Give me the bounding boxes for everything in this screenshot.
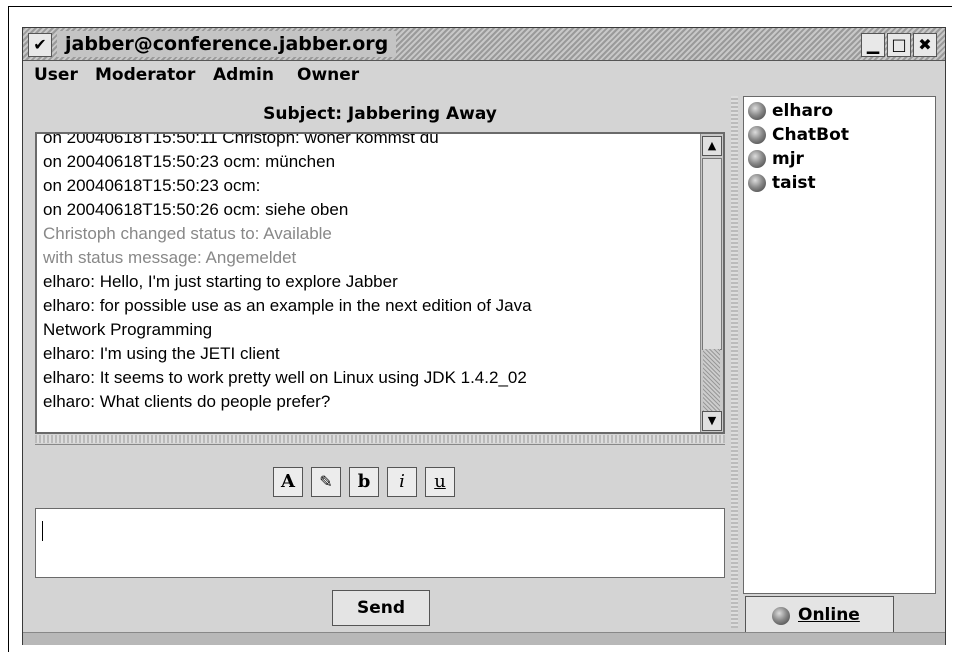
chat-line: on 20040618T15:50:11 Christoph: woher ko… [43,132,439,147]
window-title: jabber@conference.jabber.org [57,31,397,57]
participant-name: mjr [772,149,804,169]
close-icon[interactable]: ✖ [913,33,937,57]
chat-window: ✔ jabber@conference.jabber.org ▁ □ ✖ Use… [22,27,946,645]
horizontal-splitter[interactable] [35,435,725,443]
font-button[interactable]: A [273,467,303,497]
scroll-up-icon[interactable]: ▲ [702,136,722,156]
color-button[interactable]: ✎ [311,467,341,497]
chat-line: elharo: What clients do people prefer? [43,392,331,411]
participant-list: elharo ChatBot mjr taist [743,96,936,594]
chat-line: elharo: Hello, I'm just starting to expl… [43,272,398,291]
scroll-down-icon[interactable]: ▼ [702,411,722,431]
chat-line: elharo: It seems to work pretty well on … [43,368,527,387]
send-button[interactable]: Send [332,590,430,626]
maximize-icon[interactable]: □ [887,33,911,57]
window-menu-icon[interactable]: ✔ [28,33,52,57]
status-line: Christoph changed status to: Available [43,224,332,243]
chat-line: on 20040618T15:50:23 ocm: [43,176,261,195]
text-caret [42,521,43,541]
participant-name: taist [772,173,816,193]
chat-line: on 20040618T15:50:23 ocm: münchen [43,152,336,171]
chat-line: elharo: for possible use as an example i… [43,296,532,315]
subject-label: Subject: Jabbering Away [263,104,497,124]
minimize-icon[interactable]: ▁ [861,33,885,57]
participant-name: elharo [772,101,833,121]
presence-icon [748,126,766,144]
window-bottom-edge [23,632,945,645]
chat-lines: on 20040618T15:50:11 Christoph: woher ko… [43,132,693,414]
underline-button[interactable]: u [425,467,455,497]
presence-icon [748,174,766,192]
menu-user[interactable]: User [34,63,78,87]
chat-line: Network Programming [43,320,213,339]
message-input[interactable] [35,508,725,578]
scroll-grip[interactable] [703,349,720,411]
italic-button[interactable]: i [387,467,417,497]
bold-button[interactable]: b [349,467,379,497]
participant-name: ChatBot [772,125,849,145]
menu-admin[interactable]: Admin [213,63,274,87]
status-line: with status message: Angemeldet [43,248,297,267]
menu-owner[interactable]: Owner [297,63,359,87]
presence-icon [748,102,766,120]
scroll-thumb[interactable] [702,158,722,350]
menu-moderator[interactable]: Moderator [95,63,195,87]
format-toolbar: A ✎ b i u [35,444,725,509]
menubar: User Moderator Admin Owner [23,61,945,89]
chat-scrollbar[interactable]: ▲ ▼ [700,134,723,432]
chat-line: on 20040618T15:50:26 ocm: siehe oben [43,200,349,219]
status-label: Online [798,605,860,625]
chat-line: elharo: I'm using the JETI client [43,344,280,363]
presence-icon [748,150,766,168]
titlebar[interactable]: ✔ jabber@conference.jabber.org ▁ □ ✖ [23,28,945,61]
status-button[interactable]: Online [745,596,894,634]
presence-icon [772,607,790,625]
vertical-splitter[interactable] [731,96,738,628]
chat-history[interactable]: on 20040618T15:50:11 Christoph: woher ko… [35,132,725,434]
